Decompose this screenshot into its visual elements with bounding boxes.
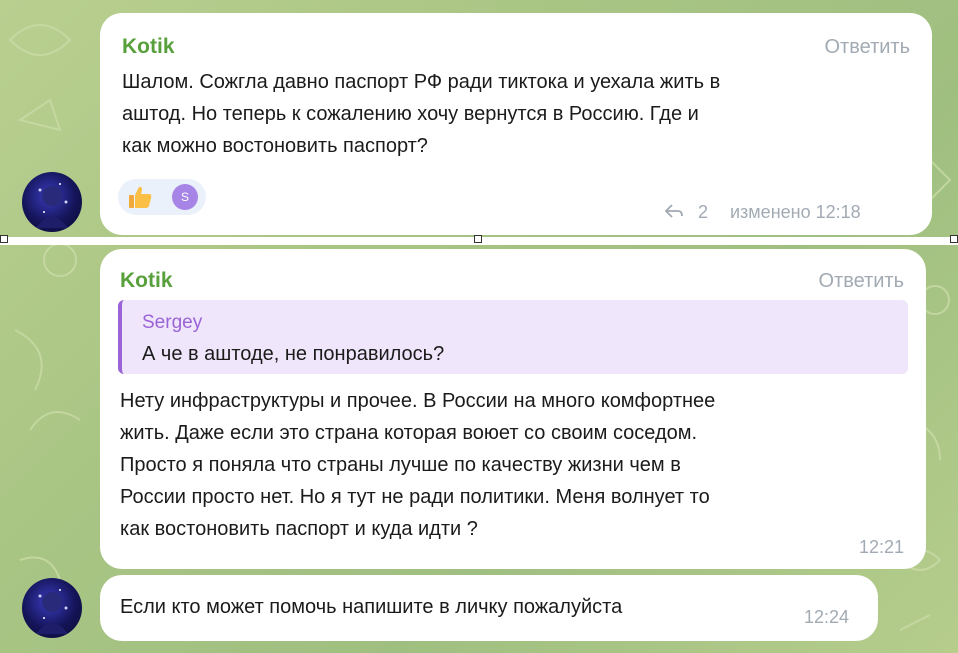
message-text-line: Нету инфраструктуры и прочее. В России н… (120, 390, 716, 412)
message-text-line: Просто я поняла что страны лучше по каче… (120, 454, 681, 476)
selection-handle-left (0, 235, 8, 243)
reaction-user-badge[interactable]: S (172, 184, 198, 210)
message-edited-timestamp: изменено 12:18 (730, 202, 861, 222)
message-text-line: Шалом. Сожгла давно паспорт РФ ради тикт… (122, 71, 721, 93)
avatar-image (36, 589, 68, 634)
reply-button[interactable]: Ответить (819, 270, 905, 293)
message-text-line: как можно востоновить паспорт? (122, 135, 428, 157)
reply-count[interactable]: 2 (698, 202, 708, 223)
message-text-line: России просто нет. Но я тут не ради поли… (120, 486, 710, 508)
reply-button[interactable]: Ответить (825, 36, 911, 59)
message-sender[interactable]: Kotik (120, 269, 173, 293)
message-text-line: аштод. Но теперь к сожалению хочу вернут… (122, 103, 699, 125)
avatar[interactable] (22, 578, 82, 638)
quoted-text: А че в аштоде, не понравилось? (142, 343, 445, 365)
thumbs-up-icon[interactable] (126, 183, 154, 211)
message-bubble[interactable]: Kotik Ответить Шалом. Сожгла давно паспо… (100, 13, 932, 235)
message-sender[interactable]: Kotik (122, 35, 175, 59)
quoted-sender: Sergey (142, 312, 203, 333)
message-bubble[interactable]: Kotik Ответить Sergey А че в аштоде, не … (100, 249, 926, 569)
avatar-image (36, 183, 68, 228)
selection-handle-center (474, 235, 482, 243)
message-timestamp: 12:21 (858, 537, 904, 557)
message-text-line: как востоновить паспорт и куда идти ? (120, 518, 478, 540)
avatar[interactable] (22, 172, 82, 232)
selection-handle-right (950, 235, 958, 243)
message-text-line: жить. Даже если это страна которая воюет… (120, 422, 698, 444)
message-bubble[interactable]: Если кто может помочь напишите в личку п… (100, 575, 878, 641)
message-timestamp: 12:24 (804, 607, 850, 627)
reply-arrow-icon (664, 204, 683, 218)
quoted-message[interactable]: Sergey А че в аштоде, не понравилось? (118, 300, 908, 374)
message-text: Если кто может помочь напишите в личку п… (120, 596, 623, 618)
reactions-row[interactable]: S (118, 179, 206, 215)
